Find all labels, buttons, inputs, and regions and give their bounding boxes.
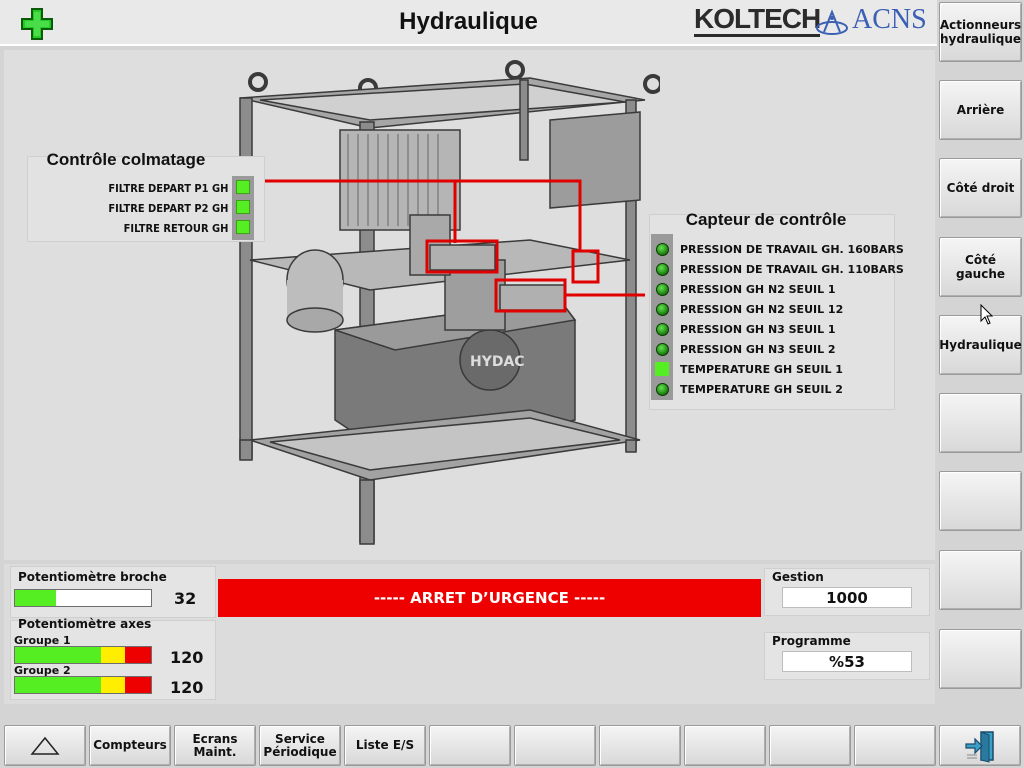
- sensor-label-1: PRESSION DE TRAVAIL GH. 160BARS: [680, 243, 904, 256]
- broche-label: Potentiomètre broche: [18, 570, 167, 584]
- exit-button[interactable]: [939, 725, 1021, 766]
- sensor-indicator-4: [656, 303, 669, 316]
- filter-label-p1: FILTRE DEPART P1 GH: [107, 182, 228, 195]
- nav-cote-droit-button[interactable]: Côté droit: [939, 158, 1022, 218]
- colmatage-title: Contrôle colmatage: [46, 150, 206, 169]
- toolbar-empty-button-4[interactable]: [684, 725, 766, 766]
- toolbar-empty-button-3[interactable]: [599, 725, 681, 766]
- up-triangle-icon: [30, 736, 60, 755]
- sensor-label-4: PRESSION GH N2 SEUIL 12: [680, 303, 844, 316]
- mouse-cursor-icon: [980, 304, 994, 325]
- programme-field: %53: [782, 651, 912, 672]
- exit-door-icon: [965, 730, 994, 763]
- sensor-label-7: TEMPERATURE GH SEUIL 1: [680, 363, 843, 376]
- nav-empty-button-4[interactable]: [939, 629, 1022, 689]
- sensor-indicator-8: [656, 383, 669, 396]
- filter-retour-indicator: [236, 220, 250, 234]
- gestion-label: Gestion: [772, 570, 824, 584]
- sensor-label-8: TEMPERATURE GH SEUIL 2: [680, 383, 843, 396]
- sensor-label-6: PRESSION GH N3 SEUIL 2: [680, 343, 836, 356]
- sensor-indicator-7: [655, 362, 669, 376]
- up-arrow-button[interactable]: [4, 725, 86, 766]
- sensor-label-2: PRESSION DE TRAVAIL GH. 110BARS: [680, 263, 904, 276]
- filter-label-p2: FILTRE DEPART P2 GH: [107, 202, 228, 215]
- sensor-indicator-6: [656, 343, 669, 356]
- filter-label-retour: FILTRE RETOUR GH: [123, 222, 228, 235]
- service-periodique-button[interactable]: Service Périodique: [259, 725, 341, 766]
- groupe2-value: 120: [170, 678, 204, 697]
- nav-empty-button-3[interactable]: [939, 550, 1022, 610]
- sensor-indicator-2: [656, 263, 669, 276]
- ecrans-maint-button[interactable]: Ecrans Maint.: [174, 725, 256, 766]
- groupe2-bar: [14, 676, 152, 694]
- sensor-label-3: PRESSION GH N2 SEUIL 1: [680, 283, 836, 296]
- axes-label: Potentiomètre axes: [18, 617, 152, 631]
- sensor-indicator-3: [656, 283, 669, 296]
- nav-actionneurs-hydraulique-button[interactable]: Actionneurs hydraulique: [939, 2, 1022, 62]
- toolbar-empty-button-1[interactable]: [429, 725, 511, 766]
- filter-p1-indicator: [236, 180, 250, 194]
- sensor-indicator-1: [656, 243, 669, 256]
- sensor-indicator-5: [656, 323, 669, 336]
- broche-bar: [14, 589, 152, 607]
- programme-label: Programme: [772, 634, 851, 648]
- nav-empty-button-2[interactable]: [939, 471, 1022, 531]
- emergency-stop-banner: ----- ARRET D’URGENCE -----: [218, 579, 761, 617]
- nav-empty-button-1[interactable]: [939, 393, 1022, 453]
- capteur-title: Capteur de contrôle: [685, 210, 847, 229]
- liste-es-button[interactable]: Liste E/S: [344, 725, 426, 766]
- broche-bar-fill: [15, 590, 56, 606]
- nav-arriere-button[interactable]: Arrière: [939, 80, 1022, 140]
- groupe1-value: 120: [170, 648, 204, 667]
- toolbar-empty-button-5[interactable]: [769, 725, 851, 766]
- sensor-label-5: PRESSION GH N3 SEUIL 1: [680, 323, 836, 336]
- nav-cote-gauche-button[interactable]: Côté gauche: [939, 237, 1022, 297]
- broche-value: 32: [174, 589, 197, 608]
- filter-p2-indicator: [236, 200, 250, 214]
- toolbar-empty-button-6[interactable]: [854, 725, 936, 766]
- compteurs-button[interactable]: Compteurs: [89, 725, 171, 766]
- groupe1-bar: [14, 646, 152, 664]
- gestion-field: 1000: [782, 587, 912, 608]
- toolbar-empty-button-2[interactable]: [514, 725, 596, 766]
